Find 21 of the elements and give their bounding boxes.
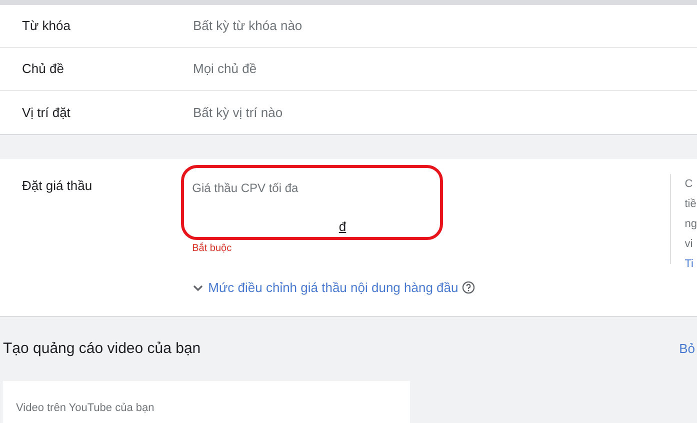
row-value: Mọi chủ đề	[193, 60, 257, 78]
help-text: ng	[684, 217, 697, 232]
section-title: Tạo quảng cáo video của bạn	[3, 338, 201, 359]
bid-adjustment-link[interactable]: Mức điều chỉnh giá thầu nội dung hàng đầu	[208, 278, 458, 298]
bid-input-field[interactable]: đ	[192, 200, 352, 240]
help-link[interactable]: Ti	[684, 254, 697, 274]
bidding-label: Đặt giá thầu	[21, 177, 94, 195]
row-label: Từ khóa	[21, 17, 72, 36]
help-text: C	[684, 177, 694, 192]
row-value: Bất kỳ từ khóa nào	[193, 17, 302, 36]
help-icon	[462, 281, 476, 294]
currency-symbol: đ	[338, 218, 346, 236]
row-value: Bất kỳ vị trí nào	[193, 104, 283, 122]
video-card-label: Video trên YouTube của bạn	[16, 402, 154, 414]
field-label: Giá thầu CPV tối đa	[192, 181, 298, 195]
help-text: tiề	[684, 197, 697, 212]
row-label: Chủ đề	[21, 60, 65, 78]
error-text: Bắt buộc	[192, 241, 233, 256]
help-text: vi	[684, 237, 694, 252]
discard-link[interactable]: Bỏ	[679, 339, 695, 359]
row-label: Vị trí đặt	[21, 104, 72, 122]
